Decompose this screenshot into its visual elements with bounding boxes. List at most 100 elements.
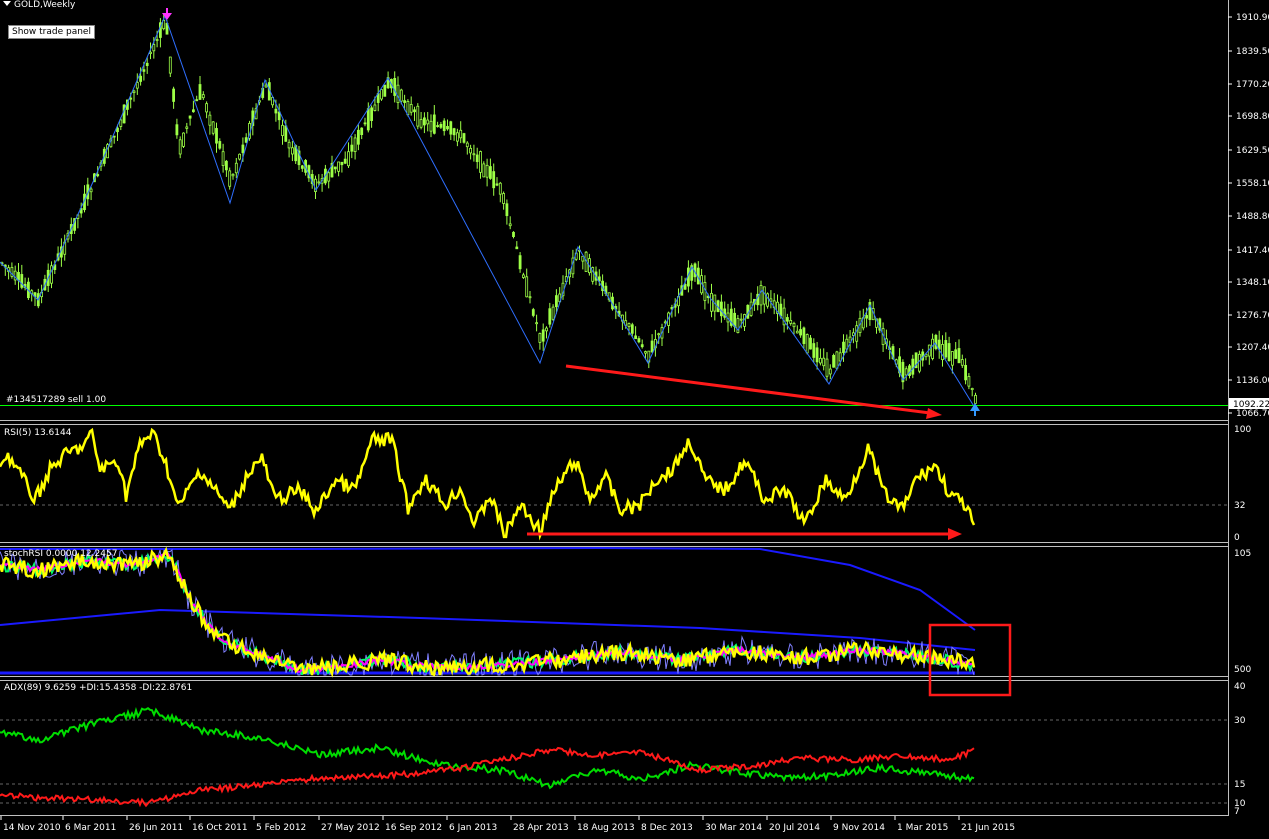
candle-body [733, 312, 736, 327]
date-tick-label: 30 Mar 2014 [705, 823, 762, 833]
price-tick-label: 1629.50 [1236, 146, 1269, 156]
candle-body [356, 129, 360, 145]
candle-body [465, 142, 469, 148]
date-tick-label: 1 Mar 2015 [897, 823, 948, 833]
date-tick-label: 16 Oct 2011 [192, 823, 248, 833]
candle-body [290, 147, 294, 155]
date-tick-label: 21 Jun 2015 [961, 823, 1015, 833]
stoch-long-line [0, 608, 976, 651]
candle-body [182, 132, 185, 147]
rsi-panel-label: RSI(5) 13.6144 [4, 428, 72, 438]
candle-body [287, 141, 291, 149]
level-label: 0 [1234, 533, 1240, 543]
date-tick-label: 26 Jun 2011 [129, 823, 183, 833]
price-tick-label: 1136.00 [1236, 376, 1269, 386]
candle-body [786, 317, 789, 322]
candle-body [231, 173, 235, 177]
candle-body [637, 338, 641, 343]
candle-body [812, 343, 816, 358]
candle-body [759, 285, 763, 306]
candle-body [766, 293, 769, 307]
candle-body [522, 274, 525, 278]
candle-body [119, 119, 123, 127]
candle-body [396, 84, 400, 103]
candle-body [657, 333, 661, 336]
date-tick-label: 8 Dec 2013 [641, 823, 693, 833]
candle-body [951, 351, 954, 366]
candle-body [762, 286, 766, 305]
candle-body [442, 120, 446, 132]
candle-body [218, 141, 222, 149]
candle-body [802, 327, 806, 344]
candle-body [439, 123, 443, 128]
price-tick-label: 1910.90 [1236, 13, 1269, 23]
candle-body [238, 153, 242, 160]
candle-body [422, 117, 426, 126]
candle-body [739, 318, 743, 321]
candle-body [828, 368, 832, 375]
candle-body [429, 120, 433, 132]
level-label: 40 [1234, 682, 1246, 692]
date-tick-label: 18 Aug 2013 [577, 823, 635, 833]
price-tick-label: 1417.40 [1236, 246, 1269, 256]
candle-body [528, 296, 532, 299]
chart-canvas[interactable]: 1910.90 1839.50 1770.20 1698.80 1629.50 1558.… [0, 0, 1269, 839]
candle-body [512, 231, 515, 237]
candle-body [941, 344, 944, 361]
candle-body [363, 122, 367, 125]
candle-body [426, 119, 430, 125]
candle-body [211, 121, 215, 134]
order-label: #134517289 sell 1.00 [6, 395, 107, 405]
candle-body [627, 323, 631, 327]
candle-body [327, 172, 331, 182]
date-tick-label: 20 Jul 2014 [769, 823, 820, 833]
candle-body [436, 125, 440, 127]
candle-body [195, 99, 199, 102]
show-trade-panel-button[interactable]: Show trade panel [8, 25, 95, 39]
candle-body [710, 292, 713, 312]
candle-body [469, 147, 473, 154]
candle-body [819, 357, 822, 364]
candle-body [208, 114, 212, 126]
candle-body [201, 94, 205, 99]
candle-body [545, 327, 548, 332]
candle-body [446, 126, 449, 130]
candle-body [340, 161, 344, 166]
candle-body [139, 75, 143, 82]
candle-body [353, 137, 357, 152]
candle-body [188, 115, 192, 119]
candle-body [832, 355, 835, 368]
candle-body [17, 271, 20, 281]
candle-body [112, 135, 116, 138]
candle-body [13, 270, 17, 281]
level-label: 105 [1234, 549, 1251, 559]
candle-body [244, 137, 248, 143]
candle-body [333, 166, 337, 170]
candle-body [502, 193, 506, 204]
level-label: 15 [1234, 780, 1245, 790]
candle-body [904, 368, 908, 376]
candle-body [459, 129, 463, 139]
candle-body [488, 166, 492, 179]
candle-body [403, 100, 407, 103]
candle-body [683, 283, 687, 290]
symbol-title[interactable]: GOLD,Weekly [0, 0, 75, 10]
candle-body [957, 348, 961, 364]
candle-body [337, 161, 341, 172]
candle-body [555, 295, 558, 308]
candle-body [835, 351, 839, 369]
price-axis: 1910.90 1839.50 1770.20 1698.80 1629.50 1558.… [1228, 13, 1269, 419]
candle-body [149, 51, 152, 54]
dropdown-triangle-icon [3, 1, 11, 6]
stoch-rsi-panel-label: stochRSI 0.0000 12.2457 [4, 549, 118, 559]
candle-body [264, 84, 268, 88]
date-tick-label: 6 Jan 2013 [449, 823, 497, 833]
candle-body [918, 353, 921, 372]
candle-body [795, 330, 799, 334]
price-tick-label: 1276.70 [1236, 311, 1269, 321]
candle-body [815, 347, 819, 363]
candle-body [172, 88, 176, 102]
candle-body [531, 309, 535, 316]
candle-body [508, 223, 512, 227]
candle-body [967, 376, 971, 387]
